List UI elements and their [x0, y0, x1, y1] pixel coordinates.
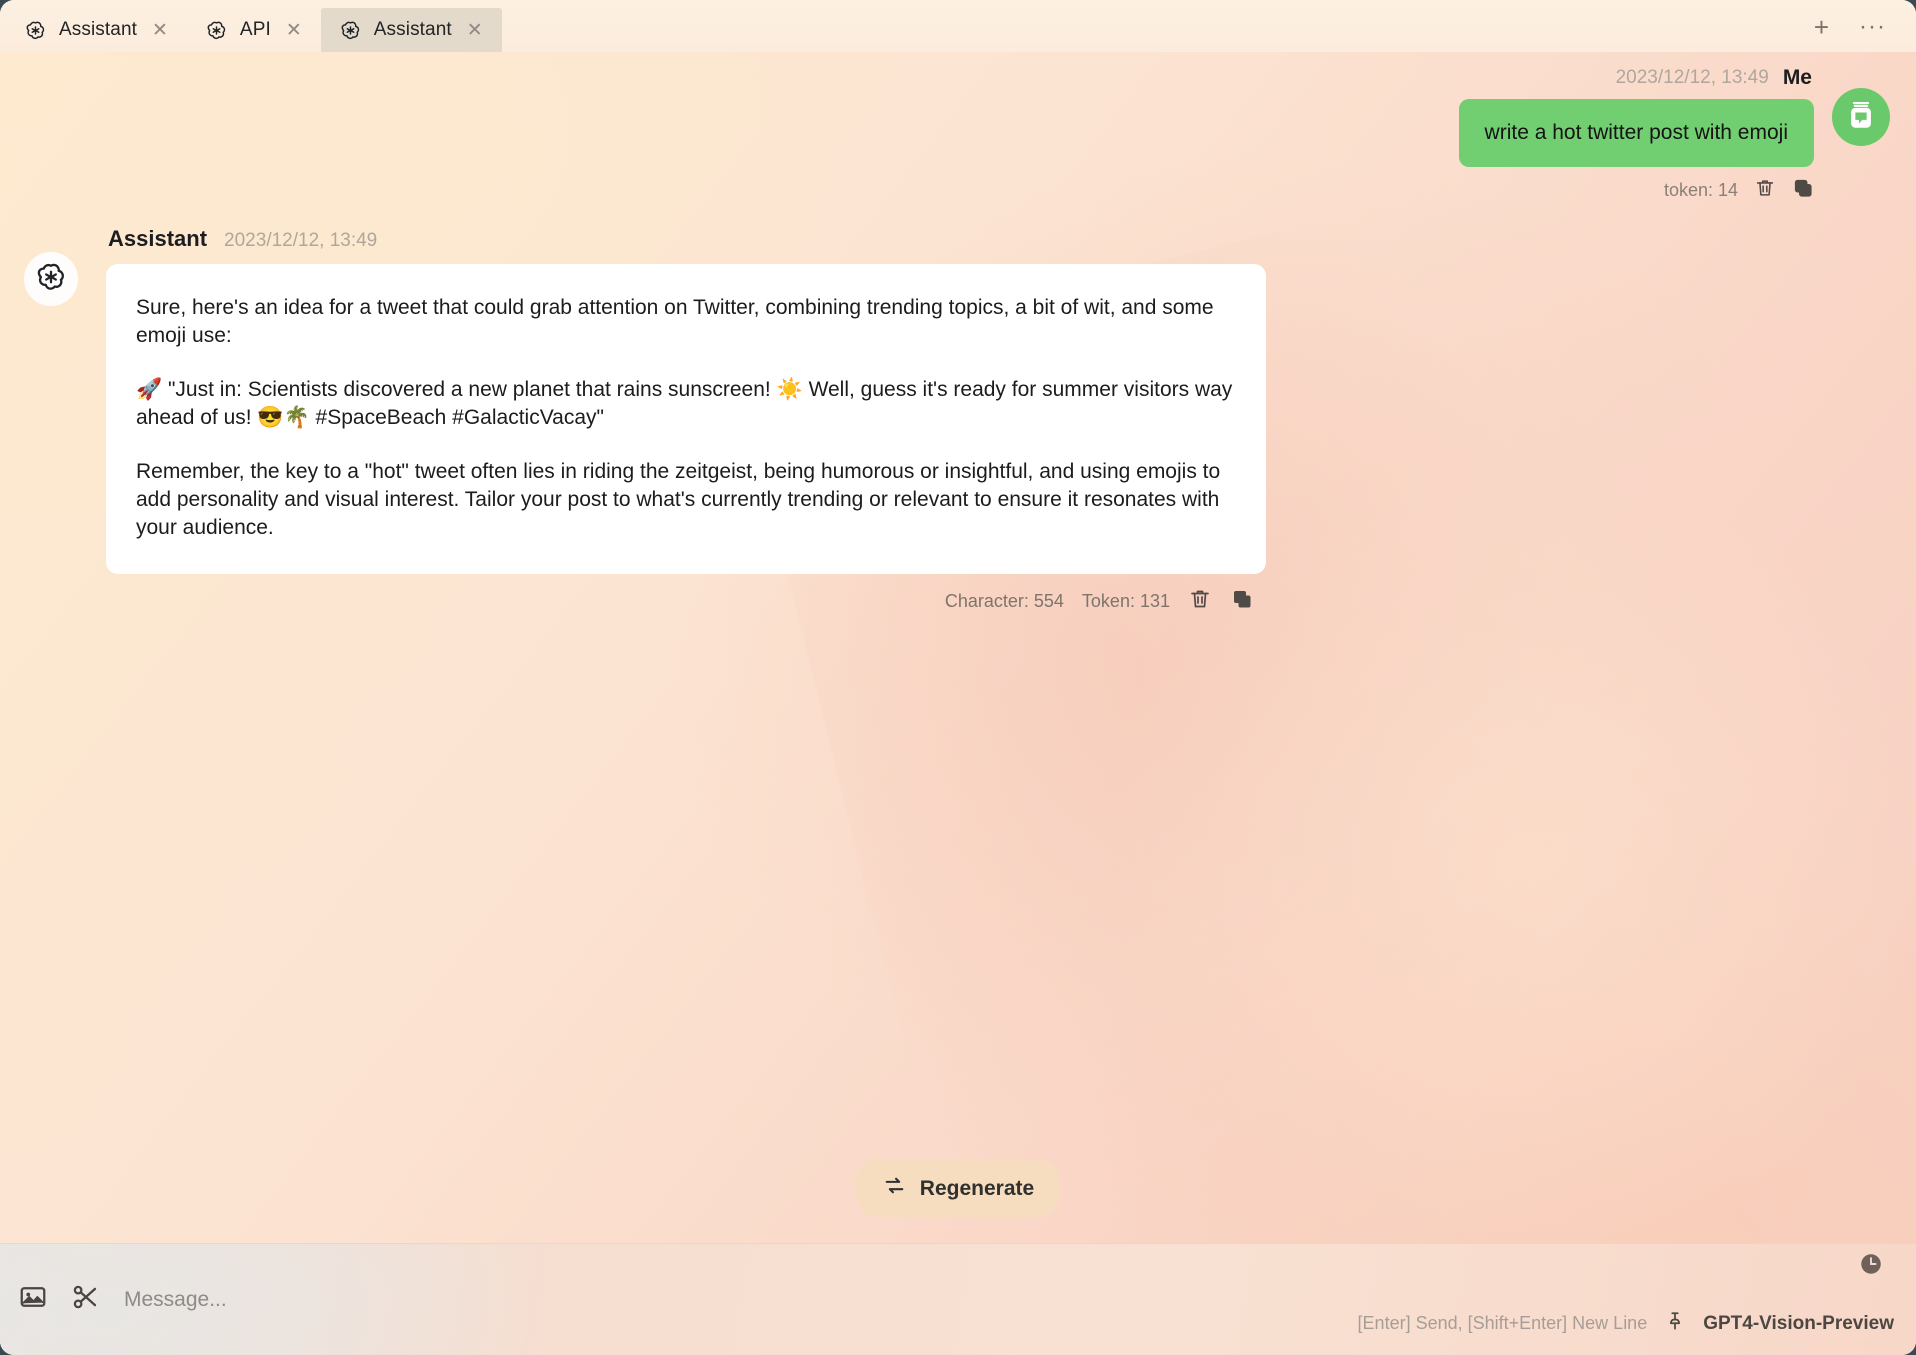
tab-assistant-2[interactable]: Assistant ✕	[320, 8, 502, 52]
openai-icon	[339, 19, 362, 42]
model-label[interactable]: GPT4-Vision-Preview	[1703, 1313, 1894, 1335]
app-window: Assistant ✕ API ✕ Assistant ✕ + ··· 2023…	[0, 0, 1916, 1355]
timestamp: 2023/12/12, 13:49	[224, 230, 378, 252]
assistant-paragraph: Sure, here's an idea for a tweet that co…	[136, 296, 1214, 348]
tab-label: API	[239, 19, 271, 40]
sender-name: Me	[1782, 66, 1812, 89]
close-icon[interactable]: ✕	[464, 19, 486, 42]
assistant-message-block: Assistant 2023/12/12, 13:49 Sure, here's…	[106, 226, 1266, 615]
composer-bar	[0, 1243, 1916, 1355]
assistant-message-header: Assistant 2023/12/12, 13:49	[106, 226, 377, 252]
clock-icon[interactable]	[1858, 1251, 1884, 1282]
scissors-icon[interactable]	[70, 1282, 100, 1317]
copy-icon[interactable]	[1230, 587, 1254, 616]
pin-icon[interactable]	[1664, 1310, 1686, 1337]
conversation-scroll[interactable]: 2023/12/12, 13:49 Me write a hot twitter…	[0, 52, 1916, 1243]
avatar[interactable]	[24, 252, 78, 307]
user-message-bubble[interactable]: write a hot twitter post with emoji	[1458, 99, 1814, 168]
openai-icon	[24, 19, 47, 42]
close-icon[interactable]: ✕	[149, 19, 171, 42]
new-tab-icon[interactable]: +	[1806, 12, 1837, 42]
assistant-message-bubble[interactable]: Sure, here's an idea for a tweet that co…	[106, 264, 1266, 574]
timestamp: 2023/12/12, 13:49	[1615, 67, 1769, 88]
composer-tools	[0, 1282, 100, 1317]
assistant-message-row: Assistant 2023/12/12, 13:49 Sure, here's…	[0, 204, 1916, 615]
status-bar: [Enter] Send, [Shift+Enter] New Line GPT…	[1358, 1310, 1894, 1337]
sender-name: Assistant	[108, 226, 208, 252]
token-count: token: 14	[1663, 180, 1738, 201]
message-input[interactable]	[124, 1287, 1916, 1312]
close-icon[interactable]: ✕	[283, 19, 305, 42]
user-message-block: 2023/12/12, 13:49 Me write a hot twitter…	[1458, 52, 1814, 204]
tab-label: Assistant	[59, 19, 137, 40]
user-message-meta: token: 14	[1664, 177, 1814, 204]
regenerate-button[interactable]: Regenerate	[855, 1160, 1061, 1217]
trash-icon[interactable]	[1754, 177, 1776, 204]
keyboard-hint: [Enter] Send, [Shift+Enter] New Line	[1357, 1313, 1648, 1333]
character-count: Character: 554	[944, 590, 1064, 611]
tab-bar: Assistant ✕ API ✕ Assistant ✕ + ···	[0, 0, 1916, 52]
user-message-row: 2023/12/12, 13:49 Me write a hot twitter…	[0, 52, 1916, 204]
openai-icon	[205, 19, 228, 42]
regenerate-container: Regenerate	[0, 1160, 1916, 1217]
user-message-header: 2023/12/12, 13:49 Me	[1616, 66, 1814, 90]
copy-icon[interactable]	[1792, 177, 1814, 204]
user-avatar-icon	[1844, 98, 1878, 137]
image-icon[interactable]	[18, 1282, 48, 1317]
avatar[interactable]	[1832, 88, 1890, 146]
tab-api[interactable]: API ✕	[187, 8, 321, 52]
more-options-icon[interactable]: ···	[1851, 13, 1894, 41]
tab-bar-actions: + ···	[1806, 12, 1916, 52]
regenerate-label: Regenerate	[919, 1176, 1035, 1200]
tab-label: Assistant	[373, 19, 452, 40]
token-count: Token: 131	[1081, 590, 1170, 611]
tab-assistant-1[interactable]: Assistant ✕	[6, 8, 187, 52]
assistant-paragraph: 🚀 "Just in: Scientists discovered a new …	[136, 378, 1233, 430]
assistant-message-meta: Character: 554 Token: 131	[945, 587, 1266, 616]
trash-icon[interactable]	[1188, 587, 1212, 616]
assistant-paragraph: Remember, the key to a "hot" tweet often…	[136, 460, 1221, 539]
openai-icon	[34, 260, 68, 299]
refresh-icon	[882, 1173, 907, 1204]
